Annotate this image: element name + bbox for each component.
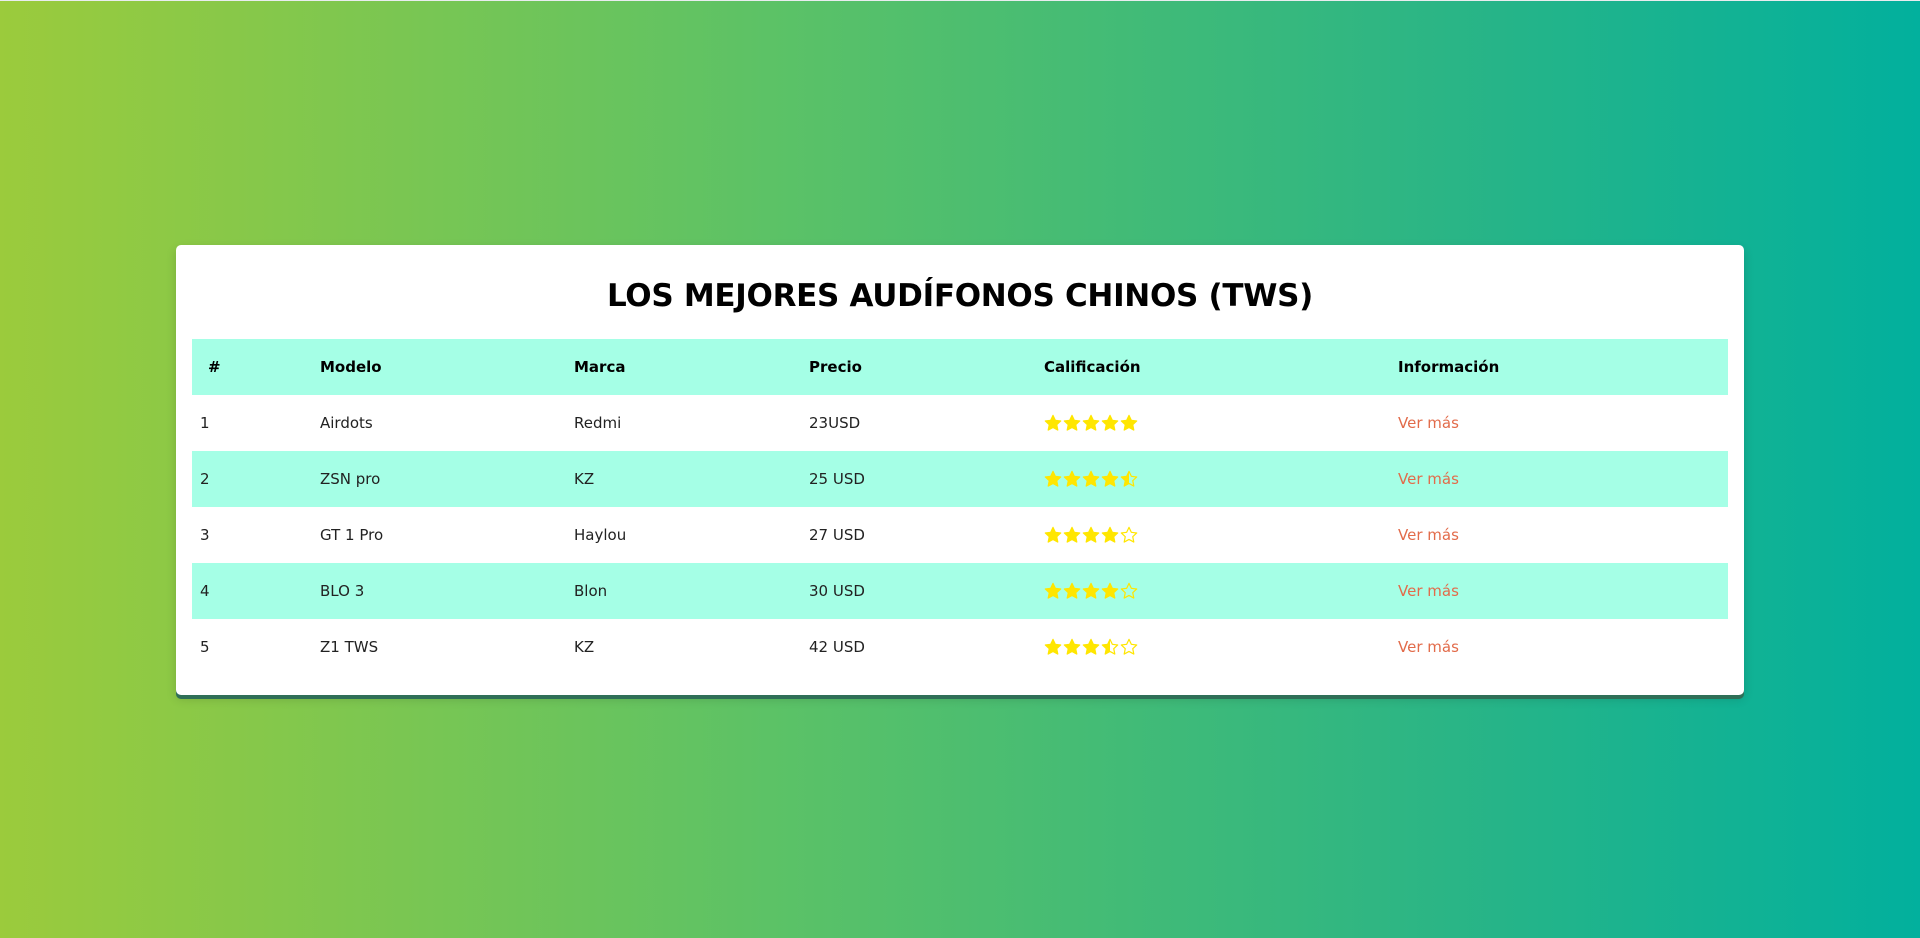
star-full-icon <box>1120 415 1138 431</box>
ver-mas-link[interactable]: Ver más <box>1398 582 1459 600</box>
header-calificacion: Calificación <box>1044 358 1141 376</box>
table-row: 1 Airdots Redmi 23USD Ver más <box>192 395 1728 451</box>
row-rating <box>1036 619 1390 675</box>
ranking-table: # Modelo Marca Precio Calificación Infor… <box>192 339 1728 675</box>
star-full-icon <box>1082 415 1100 431</box>
table-row: 3 GT 1 Pro Haylou 27 USD Ver más <box>192 507 1728 563</box>
row-rating <box>1036 507 1390 563</box>
star-full-icon <box>1044 583 1062 599</box>
star-full-icon <box>1063 415 1081 431</box>
row-number: 2 <box>200 470 210 488</box>
star-full-icon <box>1044 471 1062 487</box>
top-border <box>0 0 1920 1</box>
star-full-icon <box>1082 527 1100 543</box>
header-informacion: Información <box>1398 358 1500 376</box>
row-marca: Haylou <box>574 526 627 544</box>
ver-mas-link[interactable]: Ver más <box>1398 638 1459 656</box>
row-number: 5 <box>200 638 210 656</box>
row-rating <box>1036 395 1390 451</box>
star-full-icon <box>1044 639 1062 655</box>
star-rating <box>1044 582 1138 600</box>
star-rating <box>1044 414 1138 432</box>
row-info: Ver más <box>1390 507 1728 563</box>
star-full-icon <box>1101 415 1119 431</box>
row-precio: 42 USD <box>809 638 865 656</box>
ver-mas-link[interactable]: Ver más <box>1398 470 1459 488</box>
table-row: 4 BLO 3 Blon 30 USD Ver más <box>192 563 1728 619</box>
header-marca: Marca <box>574 358 626 376</box>
page-title: LOS MEJORES AUDÍFONOS CHINOS (TWS) <box>606 278 1314 314</box>
row-number: 3 <box>200 526 210 544</box>
row-marca: KZ <box>574 638 595 656</box>
row-marca: Redmi <box>574 414 622 432</box>
row-number: 4 <box>200 582 210 600</box>
star-half-icon <box>1120 471 1138 487</box>
row-modelo: ZSN pro <box>320 470 381 488</box>
row-modelo: GT 1 Pro <box>320 526 384 544</box>
table-row: 2 ZSN pro KZ 25 USD Ver más <box>192 451 1728 507</box>
row-info: Ver más <box>1390 563 1728 619</box>
star-rating <box>1044 526 1138 544</box>
row-precio: 30 USD <box>809 582 865 600</box>
star-full-icon <box>1044 527 1062 543</box>
star-full-icon <box>1044 415 1062 431</box>
star-full-icon <box>1063 639 1081 655</box>
star-full-icon <box>1063 471 1081 487</box>
row-rating <box>1036 563 1390 619</box>
star-full-icon <box>1101 583 1119 599</box>
row-info: Ver más <box>1390 451 1728 507</box>
row-info: Ver más <box>1390 619 1728 675</box>
star-empty-icon <box>1120 639 1138 655</box>
row-modelo: BLO 3 <box>320 582 365 600</box>
star-full-icon <box>1063 583 1081 599</box>
header-precio: Precio <box>809 358 862 376</box>
table-row: 5 Z1 TWS KZ 42 USD Ver más <box>192 619 1728 675</box>
ver-mas-link[interactable]: Ver más <box>1398 414 1459 432</box>
star-full-icon <box>1082 471 1100 487</box>
row-rating <box>1036 451 1390 507</box>
row-modelo: Z1 TWS <box>320 638 379 656</box>
header-number: # <box>208 358 221 376</box>
row-modelo: Airdots <box>320 414 373 432</box>
row-info: Ver más <box>1390 395 1728 451</box>
header-modelo: Modelo <box>320 358 382 376</box>
ranking-card: LOS MEJORES AUDÍFONOS CHINOS (TWS) # Mod… <box>176 245 1744 695</box>
row-precio: 23USD <box>809 414 861 432</box>
star-full-icon <box>1082 639 1100 655</box>
row-number: 1 <box>200 414 210 432</box>
row-marca: Blon <box>574 582 608 600</box>
row-precio: 27 USD <box>809 526 865 544</box>
star-rating <box>1044 470 1138 488</box>
star-full-icon <box>1082 583 1100 599</box>
row-marca: KZ <box>574 470 595 488</box>
row-precio: 25 USD <box>809 470 865 488</box>
ver-mas-link[interactable]: Ver más <box>1398 526 1459 544</box>
star-full-icon <box>1063 527 1081 543</box>
star-full-icon <box>1101 471 1119 487</box>
star-rating <box>1044 638 1138 656</box>
table-header-row: # Modelo Marca Precio Calificación Infor… <box>192 339 1728 395</box>
star-full-icon <box>1101 527 1119 543</box>
star-empty-icon <box>1120 583 1138 599</box>
star-half-icon <box>1101 639 1119 655</box>
star-empty-icon <box>1120 527 1138 543</box>
